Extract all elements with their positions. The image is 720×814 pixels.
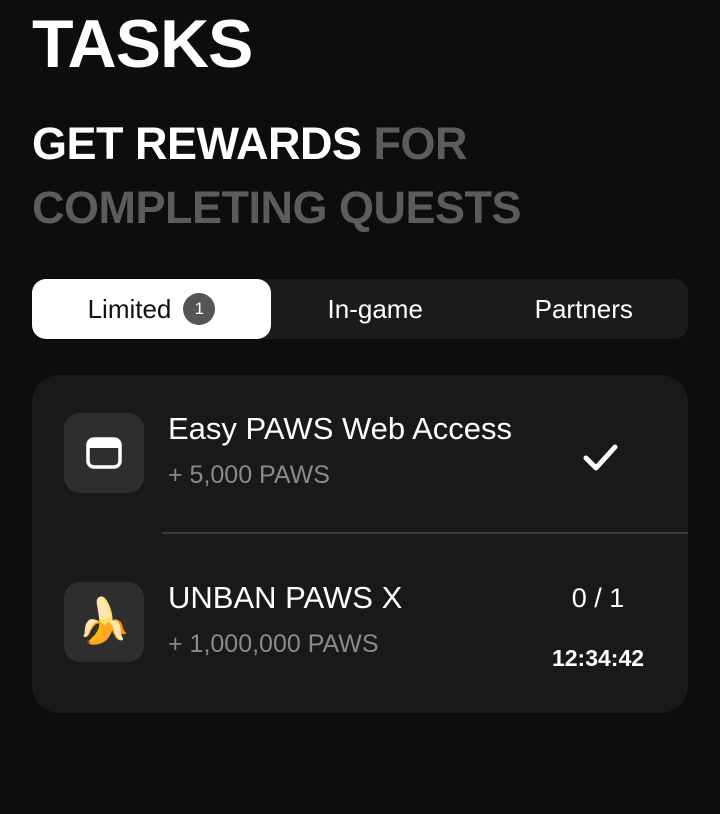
page-title: TASKS	[32, 6, 253, 82]
tab-limited[interactable]: Limited 1	[32, 279, 271, 339]
tab-in-game[interactable]: In-game	[271, 279, 480, 339]
page-subtitle: GET REWARDS FOR COMPLETING QUESTS	[32, 112, 672, 240]
task-progress: 0 / 1	[571, 583, 625, 613]
tab-in-game-label: In-game	[327, 293, 423, 324]
task-reward: + 5,000 PAWS	[168, 461, 330, 489]
task-reward: + 1,000,000 PAWS	[168, 630, 379, 658]
tab-partners-label: Partners	[534, 293, 633, 324]
task-title: UNBAN PAWS X	[168, 580, 403, 615]
browser-window-icon	[64, 413, 144, 493]
task-item-easy-paws-web-access[interactable]: Easy PAWS Web Access + 5,000 PAWS	[32, 375, 688, 532]
checkmark-icon	[583, 444, 618, 471]
tab-limited-label: Limited	[87, 293, 172, 324]
task-timer: 12:34:42	[551, 645, 645, 671]
tab-partners[interactable]: Partners	[480, 279, 689, 339]
task-list-card: Easy PAWS Web Access + 5,000 PAWS 🍌 UNBA…	[32, 375, 688, 713]
task-tabs: Limited 1 In-game Partners	[32, 279, 688, 339]
task-item-unban-paws-x[interactable]: 🍌 UNBAN PAWS X + 1,000,000 PAWS	[32, 534, 688, 713]
subtitle-highlight: GET REWARDS	[32, 118, 362, 169]
tab-limited-badge: 1	[183, 293, 216, 325]
banana-icon: 🍌	[64, 582, 144, 662]
task-title: Easy PAWS Web Access	[168, 411, 512, 446]
